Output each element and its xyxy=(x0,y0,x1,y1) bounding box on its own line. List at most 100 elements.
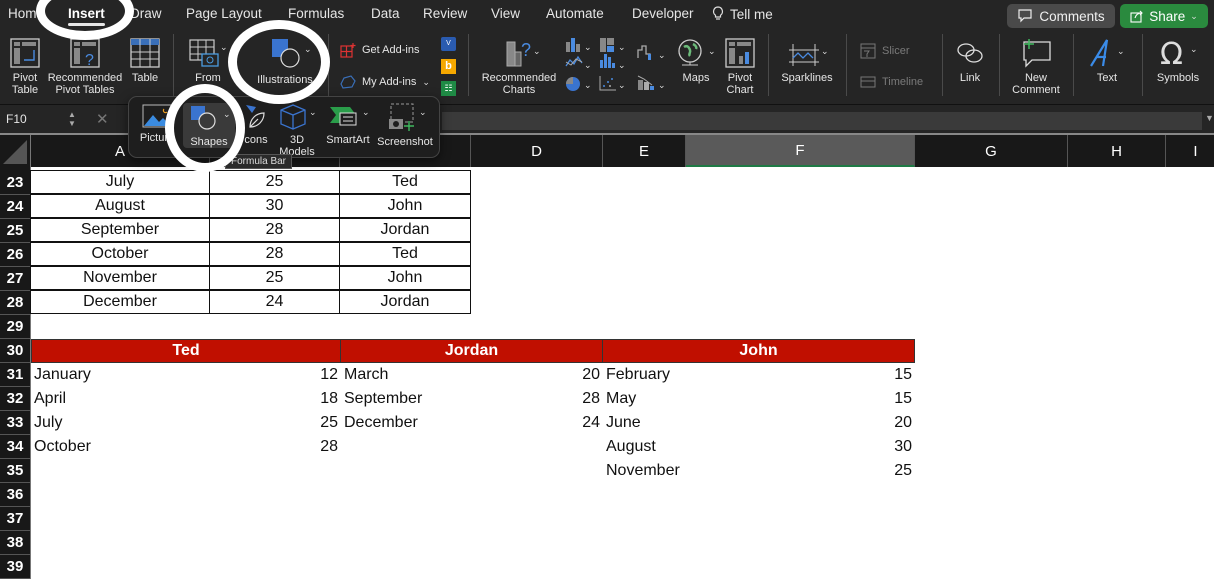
tab-developer[interactable]: Developer xyxy=(632,6,694,21)
jordan-value[interactable]: 28 xyxy=(481,387,603,411)
row-header[interactable]: 39 xyxy=(0,555,30,579)
row-header[interactable]: 30 xyxy=(0,339,30,363)
cell-person[interactable]: John xyxy=(339,266,471,290)
ted-month[interactable]: July xyxy=(31,411,181,435)
slicer-button[interactable]: Slicer xyxy=(860,43,910,59)
comments-button[interactable]: Comments xyxy=(1007,4,1115,28)
john-month[interactable]: May xyxy=(603,387,753,411)
shapes-button[interactable]: ⌄ Shapes xyxy=(183,103,235,148)
cell-value[interactable]: 30 xyxy=(209,194,340,218)
bing-maps-icon[interactable]: b xyxy=(441,59,456,74)
cell-month[interactable]: September xyxy=(30,218,210,242)
john-value[interactable]: 15 xyxy=(753,363,915,387)
ted-value[interactable]: 18 xyxy=(181,387,341,411)
tell-me-search[interactable]: Tell me xyxy=(712,6,773,22)
link-button[interactable]: Link xyxy=(950,38,990,84)
cell-person[interactable]: John xyxy=(339,194,471,218)
column-header-f[interactable]: F xyxy=(686,135,915,167)
row-header[interactable]: 26 xyxy=(0,243,30,267)
new-comment-button[interactable]: New Comment xyxy=(1008,38,1064,96)
name-box[interactable]: F10 xyxy=(6,112,27,126)
people-graph-icon[interactable]: ☷ xyxy=(441,81,456,96)
tab-view[interactable]: View xyxy=(491,6,520,21)
john-value[interactable]: 15 xyxy=(753,387,915,411)
jordan-month[interactable]: September xyxy=(341,387,481,411)
header-john[interactable]: John xyxy=(602,339,915,363)
ted-value[interactable]: 28 xyxy=(181,435,341,459)
tab-formulas[interactable]: Formulas xyxy=(288,6,344,21)
header-jordan[interactable]: Jordan xyxy=(340,339,603,363)
row-header[interactable]: 34 xyxy=(0,435,30,459)
cell-person[interactable]: Jordan xyxy=(339,218,471,242)
cell-month[interactable]: December xyxy=(30,290,210,314)
row-header[interactable]: 36 xyxy=(0,483,30,507)
pivot-table-button[interactable]: Pivot Table xyxy=(6,38,44,96)
tab-review[interactable]: Review xyxy=(423,6,467,21)
row-header[interactable]: 27 xyxy=(0,267,30,291)
cell-value[interactable]: 28 xyxy=(209,242,340,266)
john-month[interactable]: February xyxy=(603,363,753,387)
row-header[interactable]: 38 xyxy=(0,531,30,555)
john-value[interactable]: 20 xyxy=(753,411,915,435)
john-month[interactable]: June xyxy=(603,411,753,435)
name-box-stepper-icon[interactable]: ▲ ▼ xyxy=(68,110,76,128)
cell-month[interactable]: August xyxy=(30,194,210,218)
column-header-d[interactable]: D xyxy=(471,135,603,167)
row-header[interactable]: 32 xyxy=(0,387,30,411)
jordan-month[interactable]: March xyxy=(341,363,481,387)
screenshot-button[interactable]: ⌄ Screenshot xyxy=(375,103,435,148)
cell-value[interactable]: 25 xyxy=(209,170,340,194)
illustrations-button[interactable]: ⌄ Illustrations xyxy=(250,38,320,86)
smartart-button[interactable]: ⌄ SmartArt xyxy=(323,103,373,146)
ted-month[interactable]: April xyxy=(31,387,181,411)
cancel-icon[interactable]: ✕ xyxy=(96,110,109,128)
cell-value[interactable]: 28 xyxy=(209,218,340,242)
row-header[interactable]: 23 xyxy=(0,171,30,195)
symbols-button[interactable]: Ω ⌄ Symbols xyxy=(1150,38,1206,84)
tab-draw[interactable]: Draw xyxy=(130,6,162,21)
cell-value[interactable]: 24 xyxy=(209,290,340,314)
tab-home[interactable]: Home xyxy=(8,6,44,21)
sparklines-button[interactable]: ⌄ Sparklines xyxy=(778,38,836,84)
timeline-button[interactable]: Timeline xyxy=(860,75,923,89)
ted-value[interactable]: 12 xyxy=(181,363,341,387)
jordan-value[interactable]: 20 xyxy=(481,363,603,387)
get-addins-button[interactable]: Get Add-ins xyxy=(340,42,419,58)
tab-page-layout[interactable]: Page Layout xyxy=(186,6,262,21)
column-header-e[interactable]: E xyxy=(603,135,686,167)
row-header[interactable]: 25 xyxy=(0,219,30,243)
recommended-pivot-tables-button[interactable]: ? Recommended Pivot Tables xyxy=(46,38,124,96)
john-month[interactable]: August xyxy=(603,435,753,459)
row-header[interactable]: 35 xyxy=(0,459,30,483)
column-header-g[interactable]: G xyxy=(915,135,1068,167)
column-header-h[interactable]: H xyxy=(1068,135,1166,167)
table-button[interactable]: Table xyxy=(127,38,163,84)
row-header[interactable]: 37 xyxy=(0,507,30,531)
cell-person[interactable]: Ted xyxy=(339,170,471,194)
text-button[interactable]: ⌄ Text xyxy=(1084,38,1130,84)
row-header[interactable]: 29 xyxy=(0,315,30,339)
john-month[interactable]: November xyxy=(603,459,753,483)
column-header-i[interactable]: I xyxy=(1166,135,1214,167)
ted-value[interactable]: 25 xyxy=(181,411,341,435)
cell-person[interactable]: Jordan xyxy=(339,290,471,314)
jordan-month[interactable]: December xyxy=(341,411,481,435)
pictures-button[interactable]: Picture xyxy=(135,103,179,144)
visio-addin-icon[interactable]: V xyxy=(441,37,456,51)
select-all-button[interactable] xyxy=(0,135,31,167)
maps-button[interactable]: ⌄ Maps xyxy=(676,38,716,84)
cell-month[interactable]: October xyxy=(30,242,210,266)
row-header[interactable]: 24 xyxy=(0,195,30,219)
cell-month[interactable]: July xyxy=(30,170,210,194)
my-addins-button[interactable]: My Add-ins ⌄ xyxy=(340,74,430,90)
expand-formula-icon[interactable]: ▼ xyxy=(1205,113,1214,123)
cell-value[interactable]: 25 xyxy=(209,266,340,290)
john-value[interactable]: 30 xyxy=(753,435,915,459)
cell-person[interactable]: Ted xyxy=(339,242,471,266)
row-header[interactable]: 31 xyxy=(0,363,30,387)
tab-automate[interactable]: Automate xyxy=(546,6,604,21)
jordan-value[interactable]: 24 xyxy=(481,411,603,435)
cell-month[interactable]: November xyxy=(30,266,210,290)
row-header[interactable]: 33 xyxy=(0,411,30,435)
pivot-chart-button[interactable]: Pivot Chart xyxy=(722,38,758,96)
